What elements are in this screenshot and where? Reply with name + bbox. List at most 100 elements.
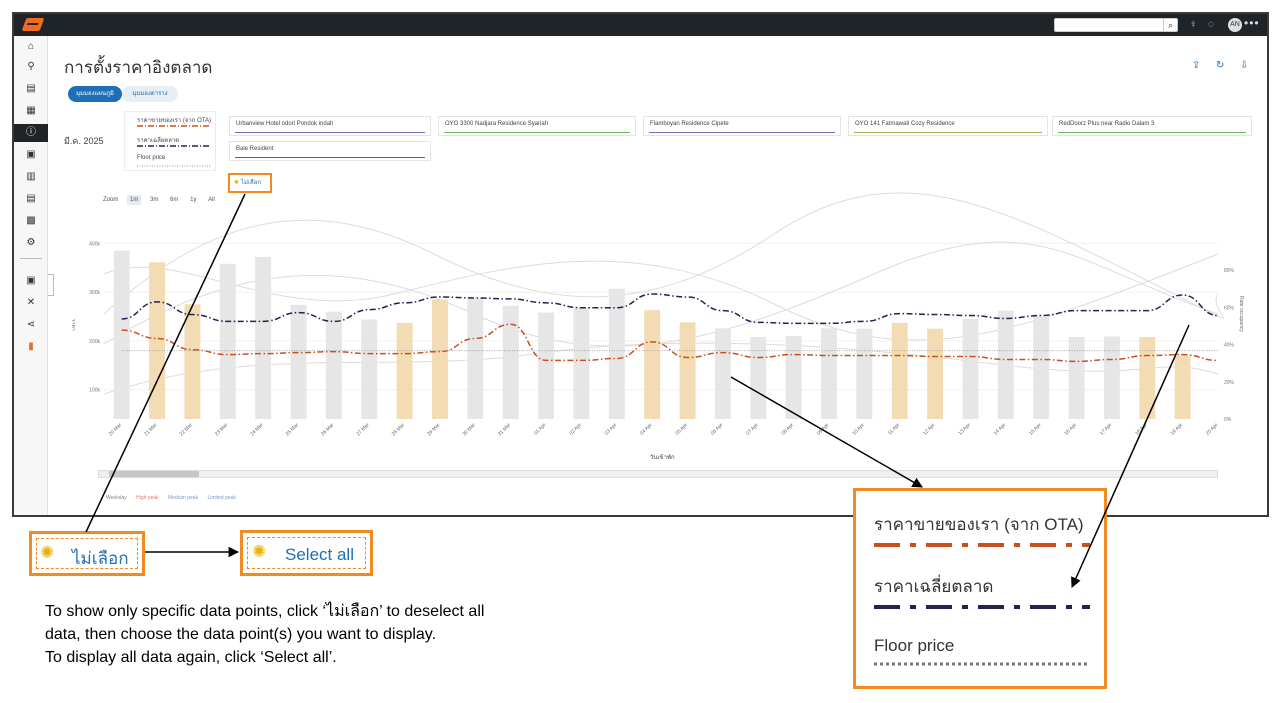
price-bar — [573, 307, 590, 419]
competitor-line — [103, 192, 1224, 319]
instruction-line: data, then choose the data point(s) you … — [45, 626, 437, 643]
price-bar — [644, 310, 661, 419]
y-tick-label: 100k — [89, 388, 100, 394]
legend-zoom-floor-price: Floor price — [874, 636, 955, 655]
y-right-tick-label: 20% — [1224, 380, 1235, 386]
peak-legend-weekday: Weekday — [106, 495, 127, 501]
price-bar — [396, 322, 413, 419]
x-tick-label: 31 Mar — [497, 422, 512, 437]
x-tick-label: 02 Apr — [568, 422, 583, 437]
x-tick-label: 18 Apr — [1134, 422, 1149, 437]
y-axis-title: ราคา — [70, 319, 76, 331]
x-tick-label: 23 Mar — [214, 422, 229, 437]
price-bar — [785, 336, 802, 419]
x-tick-label: 21 Mar — [143, 422, 158, 437]
legend-zoom-market-avg: ราคาเฉลี่ยตลาด — [874, 577, 994, 596]
price-bar — [1103, 336, 1120, 419]
price-bar — [821, 328, 837, 419]
instructions: To show only specific data points, click… — [45, 600, 484, 669]
x-tick-label: 04 Apr — [639, 422, 654, 437]
deselect-zoom-label: ไม่เลือก — [72, 549, 129, 568]
x-tick-label: 08 Apr — [781, 422, 796, 437]
chart-scrollbar[interactable] — [98, 470, 1218, 478]
x-tick-label: 14 Apr — [993, 422, 1008, 437]
price-bar — [856, 328, 873, 419]
select-all-callout: ✺ Select all — [240, 530, 373, 576]
y-right-tick-label: 40% — [1224, 343, 1235, 349]
x-tick-label: 01 Apr — [533, 422, 548, 437]
price-bar — [750, 337, 767, 419]
deselect-zoom-callout: ✺ ไม่เลือก — [29, 531, 145, 576]
our-price-line — [121, 323, 1219, 363]
x-tick-label: 13 Apr — [957, 422, 972, 437]
x-tick-label: 19 Apr — [1170, 422, 1185, 437]
price-bar — [149, 262, 166, 419]
x-axis-title: วันเข้าพัก — [650, 455, 675, 461]
price-bar — [1033, 316, 1050, 419]
price-bar — [467, 298, 484, 419]
x-tick-label: 15 Apr — [1028, 422, 1043, 437]
price-bar — [608, 288, 625, 419]
peak-legend-medium: Medium peak — [168, 495, 199, 501]
y-tick-label: 300k — [89, 290, 100, 296]
price-bar — [1174, 355, 1191, 419]
x-tick-label: 24 Mar — [249, 422, 264, 437]
y-tick-label: 400k — [89, 241, 100, 247]
price-chart[interactable]: 100k 200k 300k 400k 0% 20% 40% 60% 80% ราคา Rate o… — [14, 14, 1269, 517]
peak-legend-limited: Limited peak — [207, 495, 236, 501]
legend-zoom-floor-line — [874, 662, 1090, 666]
scrollbar-thumb[interactable] — [109, 471, 199, 477]
y-right-axis-title: Rate occupancy — [1238, 296, 1244, 332]
peak-legend: Weekday High peak Medium peak Limited pe… — [106, 495, 244, 501]
x-tick-label: 27 Mar — [355, 422, 370, 437]
x-tick-label: 17 Apr — [1099, 422, 1114, 437]
market-avg-line — [121, 293, 1219, 325]
x-tick-label: 30 Mar — [462, 422, 477, 437]
price-bar — [290, 304, 307, 419]
price-bar — [255, 256, 272, 419]
x-tick-label: 07 Apr — [745, 422, 760, 437]
y-tick-label: 200k — [89, 339, 100, 345]
legend-zoom-our-price: ราคาขายของเรา (จาก OTA) — [874, 515, 1084, 534]
instruction-line: To show only specific data points, click… — [45, 603, 485, 620]
x-tick-label: 12 Apr — [922, 422, 937, 437]
price-bar — [432, 299, 448, 419]
peak-legend-high: High peak — [136, 495, 159, 501]
price-bar — [1139, 337, 1156, 419]
x-tick-label: 26 Mar — [320, 422, 335, 437]
x-tick-label: 28 Mar — [391, 422, 406, 437]
app-screenshot: ⌕ ♀ ◌ AN ••• ⌂ ⚲ ▤ ▦ ⓘ ▣ ▥ ▤ ▩ ⚙ ▣ ✕ ⋖ ▮… — [12, 12, 1269, 517]
y-right-tick-label: 60% — [1224, 305, 1235, 311]
price-bar — [361, 319, 378, 419]
legend-zoom-market-avg-line — [874, 605, 1090, 609]
x-tick-label: 20 Apr — [1205, 422, 1220, 437]
select-all-label: Select all — [285, 545, 354, 564]
x-tick-label: 20 Mar — [108, 422, 123, 437]
price-bar — [219, 263, 236, 419]
price-bar — [679, 322, 696, 419]
price-bar — [714, 328, 731, 419]
x-tick-label: 29 Mar — [426, 422, 441, 437]
x-tick-label: 22 Mar — [179, 422, 194, 437]
x-tick-label: 09 Apr — [816, 422, 831, 437]
lightbulb-icon: ✺ — [252, 542, 267, 561]
price-bar — [997, 310, 1014, 419]
price-bar — [962, 318, 979, 419]
instruction-line: To display all data again, click ‘Select… — [45, 649, 337, 666]
legend-zoom-our-price-line — [874, 543, 1090, 547]
price-bar — [325, 311, 342, 419]
price-bar — [538, 312, 555, 419]
legend-zoom-callout: ราคาขายของเรา (จาก OTA) ราคาเฉลี่ยตลาด F… — [853, 488, 1107, 689]
x-tick-label: 06 Apr — [710, 422, 725, 437]
price-bar — [891, 322, 908, 419]
y-right-tick-label: 0% — [1224, 417, 1232, 423]
y-right-tick-label: 80% — [1224, 268, 1235, 274]
x-tick-label: 25 Mar — [285, 422, 300, 437]
x-tick-label: 11 Apr — [887, 422, 901, 436]
price-bar — [1068, 337, 1085, 419]
x-tick-label: 16 Apr — [1063, 422, 1078, 437]
x-tick-label: 03 Apr — [604, 422, 619, 437]
lightbulb-icon: ✺ — [40, 543, 55, 562]
x-tick-label: 10 Apr — [851, 422, 866, 437]
price-bar — [502, 305, 519, 419]
